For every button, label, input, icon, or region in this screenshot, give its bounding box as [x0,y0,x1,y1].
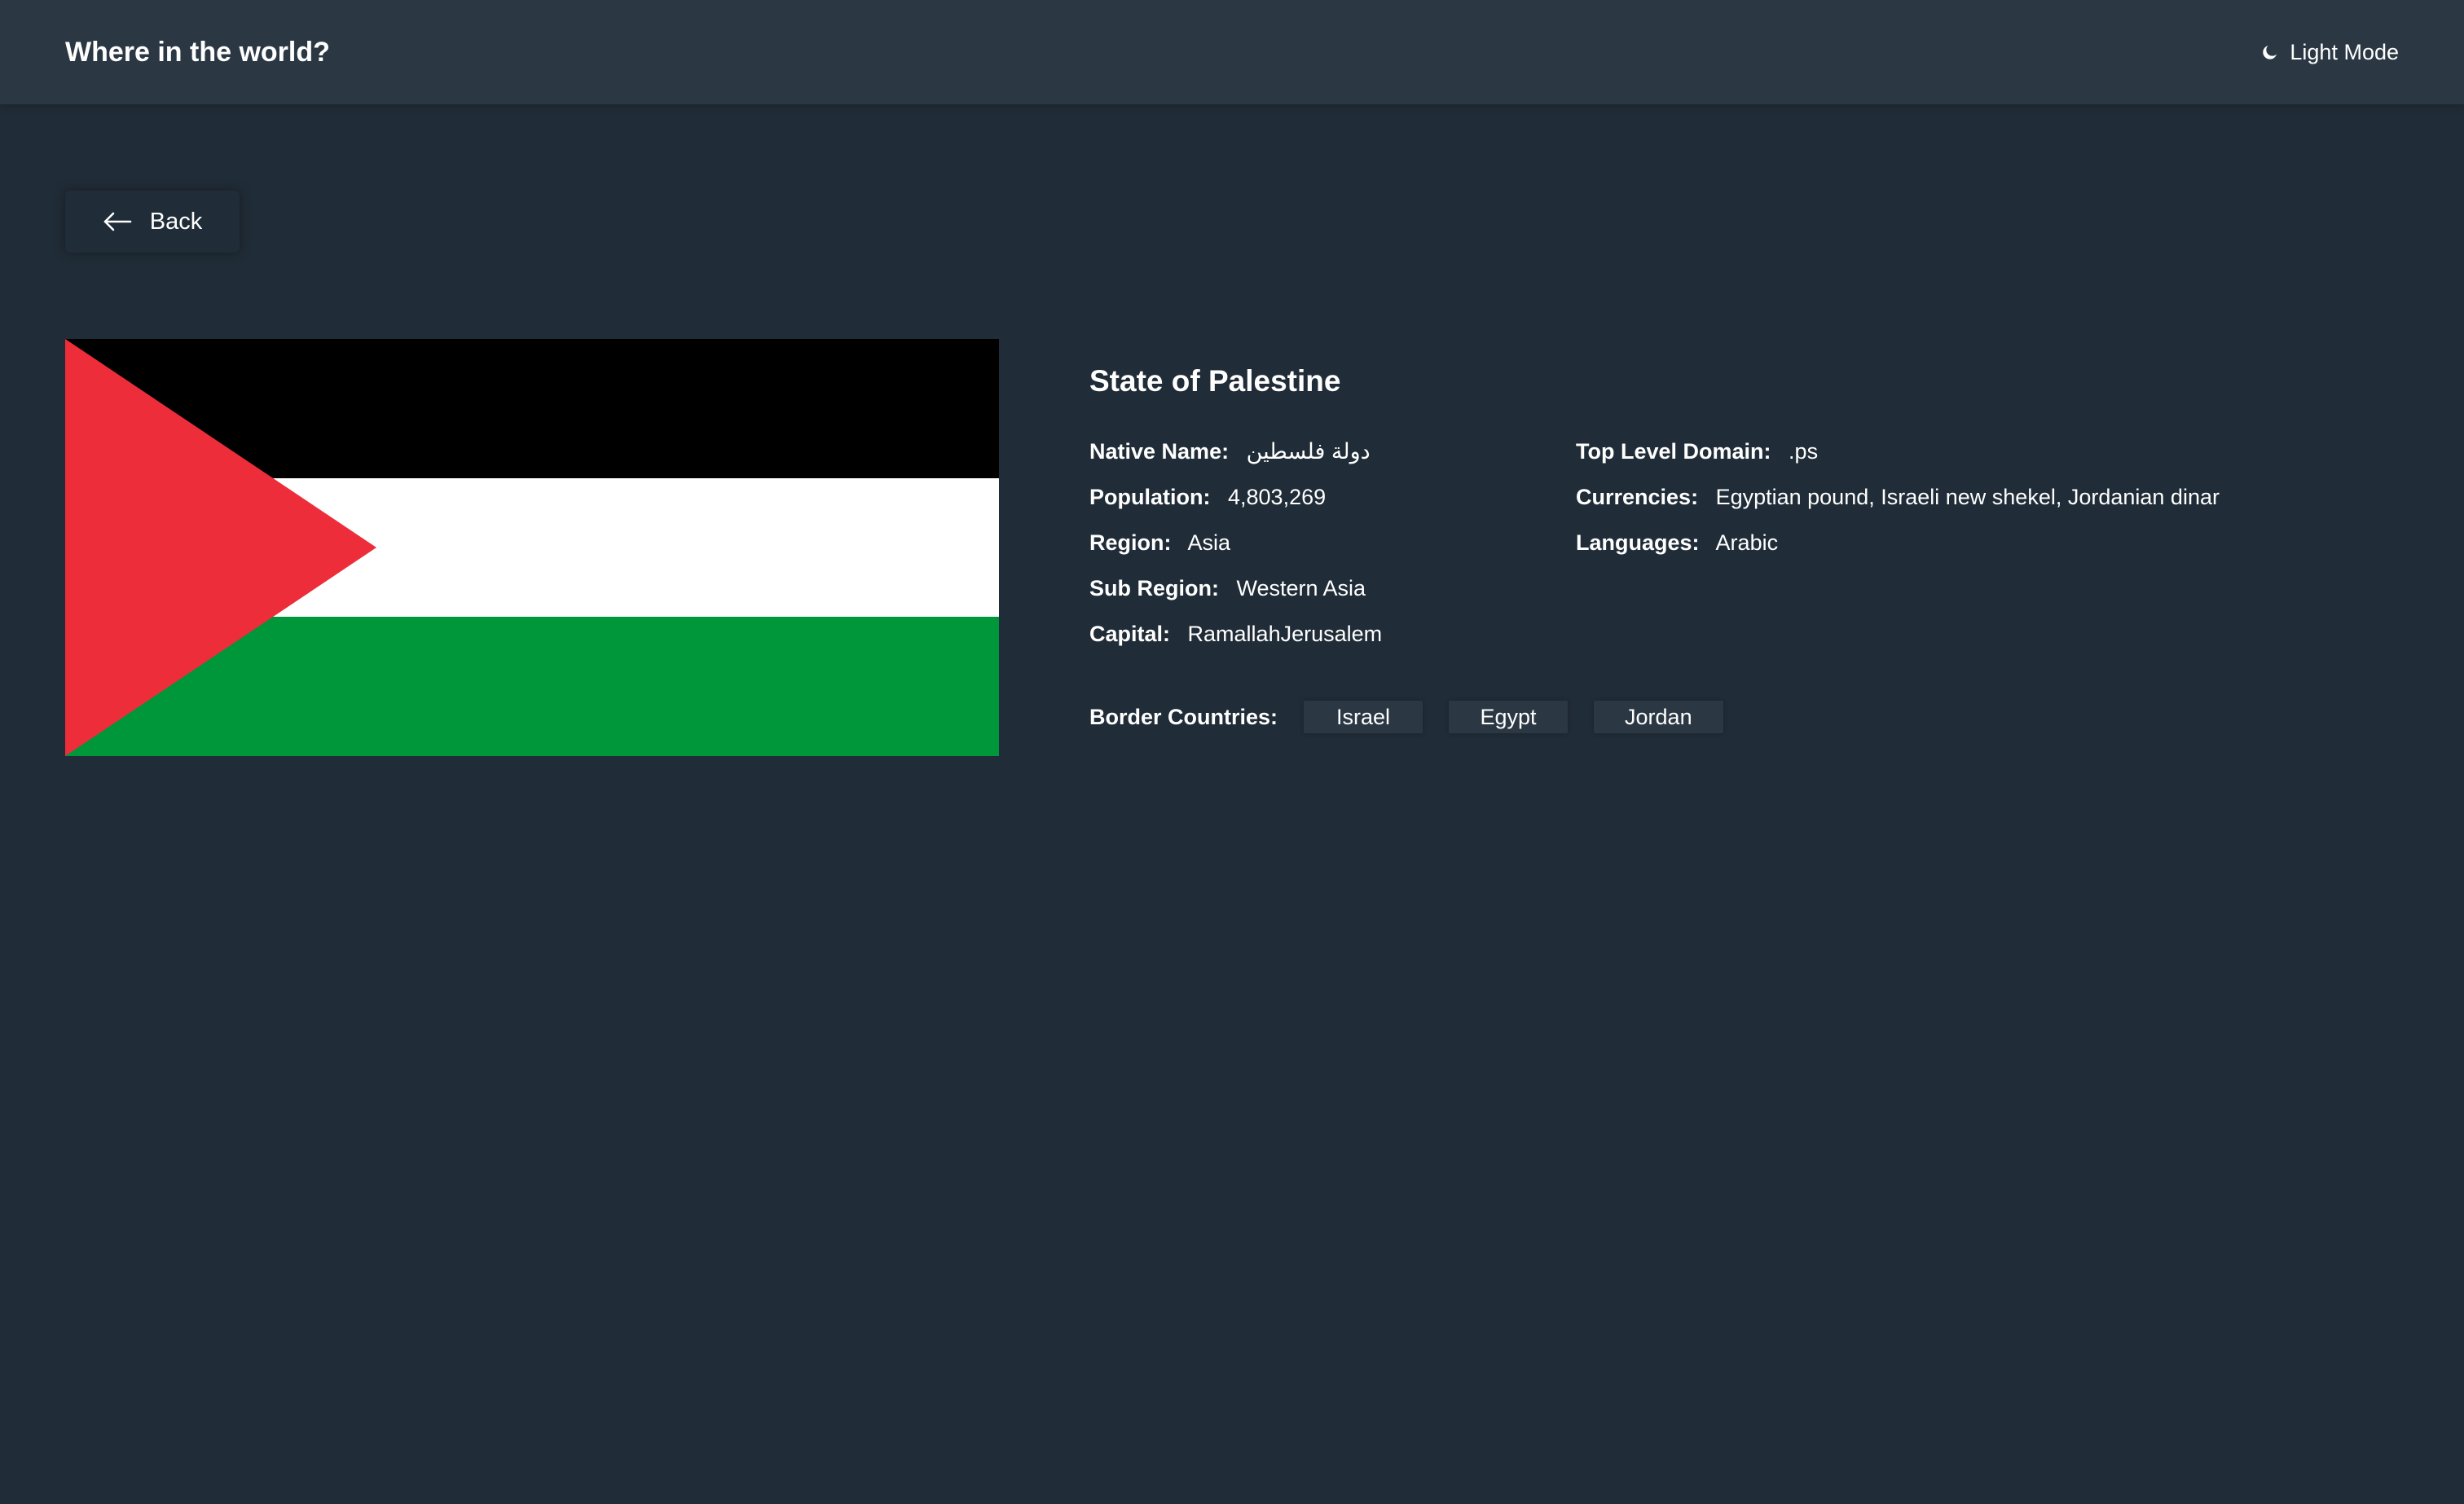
region-row: Region: Asia [1089,526,1382,572]
border-country-chip-egypt[interactable]: Egypt [1449,701,1569,733]
border-country-chip-jordan[interactable]: Jordan [1594,701,1723,733]
back-button[interactable]: Back [65,191,240,253]
border-countries-label: Border Countries: [1089,704,1278,729]
back-button-label: Back [149,208,203,235]
languages-value: Arabic [1715,530,1779,555]
country-name: State of Palestine [1089,364,1341,398]
sub-region-label: Sub Region: [1089,576,1219,600]
moon-icon [2260,42,2280,62]
top-level-domain-row: Top Level Domain: .ps [1576,435,2220,481]
border-country-chip-israel[interactable]: Israel [1304,701,1423,733]
country-details: State of Palestine Native Name: دولة فلس… [1089,362,2393,733]
sub-region-value: Western Asia [1236,576,1366,600]
population-row: Population: 4,803,269 [1089,481,1382,526]
sub-region-row: Sub Region: Western Asia [1089,572,1382,618]
languages-row: Languages: Arabic [1576,526,2220,572]
country-info-right: Top Level Domain: .ps Currencies: Egypti… [1576,435,2220,572]
theme-toggle-label: Light Mode [2290,39,2399,64]
top-level-domain-label: Top Level Domain: [1576,439,1771,464]
currencies-label: Currencies: [1576,485,1699,509]
app-title: Where in the world? [65,37,330,68]
border-countries: Border Countries: Israel Egypt Jordan [1089,701,1749,733]
top-level-domain-value: .ps [1789,439,1819,464]
capital-label: Capital: [1089,622,1171,646]
app-header: Where in the world? Light Mode [0,0,2464,104]
population-value: 4,803,269 [1228,485,1327,509]
capital-value: RamallahJerusalem [1187,622,1383,646]
native-name-row: Native Name: دولة فلسطين [1089,435,1382,481]
country-info-left: Native Name: دولة فلسطين Population: 4,8… [1089,435,1382,663]
country-flag-image [65,339,999,756]
currencies-value: Egyptian pound, Israeli new shekel, Jord… [1715,485,2220,509]
population-label: Population: [1089,485,1211,509]
arrow-left-icon [103,212,132,231]
capital-row: Capital: RamallahJerusalem [1089,618,1382,663]
currencies-row: Currencies: Egyptian pound, Israeli new … [1576,481,2220,526]
region-label: Region: [1089,530,1172,555]
theme-toggle-button[interactable]: Light Mode [2260,36,2399,68]
region-value: Asia [1187,530,1231,555]
native-name-value: دولة فلسطين [1246,439,1371,464]
languages-label: Languages: [1576,530,1700,555]
native-name-label: Native Name: [1089,439,1230,464]
